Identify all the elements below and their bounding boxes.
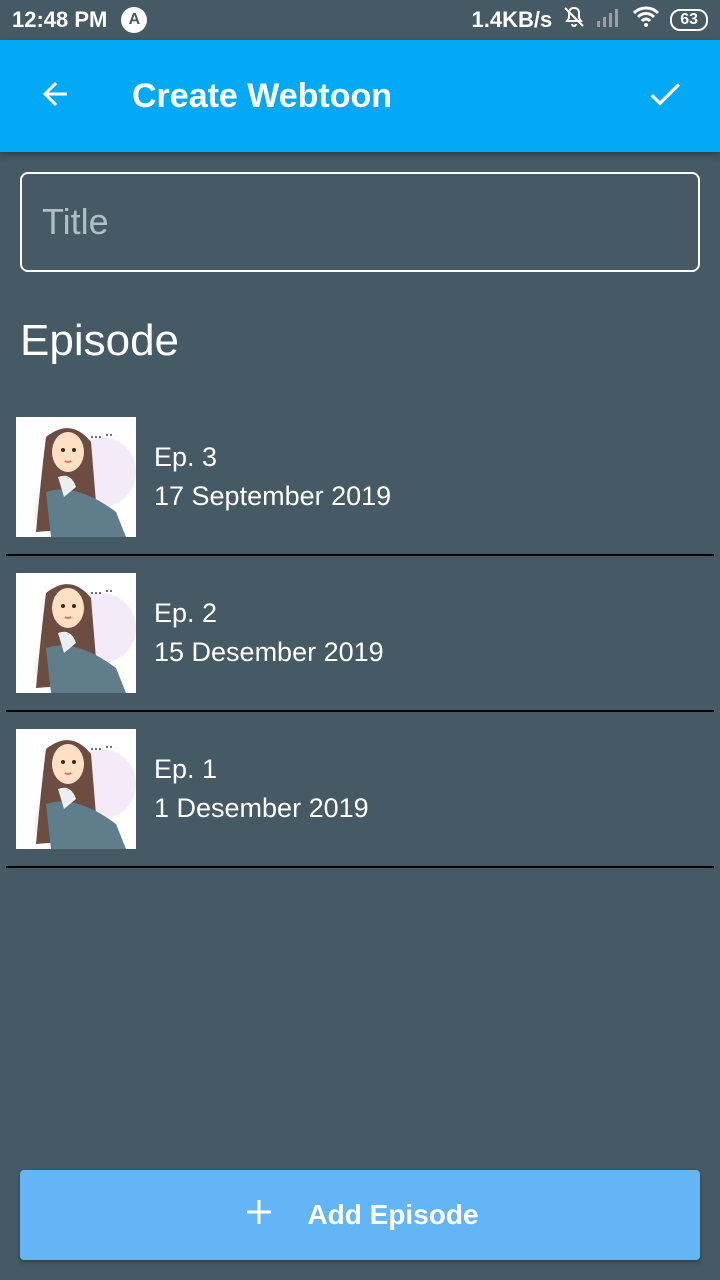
network-speed: 1.4KB/s: [471, 7, 553, 32]
episode-thumbnail: [16, 729, 136, 849]
page-title: Create Webtoon: [132, 76, 393, 115]
episode-date: 1 Desember 2019: [154, 793, 369, 823]
episode-heading: Episode: [20, 316, 180, 365]
mute-icon: [562, 5, 586, 35]
battery-icon: 63: [670, 9, 708, 31]
episode-item[interactable]: Ep. 2 15 Desember 2019: [6, 556, 714, 712]
app-notification-icon: A: [121, 7, 148, 33]
signal-icon: [596, 7, 622, 33]
episode-date: 17 September 2019: [154, 481, 392, 511]
episode-list: Ep. 3 17 September 2019 Ep. 2 15 Desembe…: [6, 400, 714, 868]
episode-number: Ep. 2: [154, 598, 218, 628]
status-bar: 12:48 PM A 1.4KB/s 63: [0, 0, 720, 40]
add-episode-button[interactable]: Add Episode: [20, 1170, 700, 1260]
status-time: 12:48 PM: [12, 7, 108, 32]
app-toolbar: Create Webtoon: [0, 40, 720, 152]
episode-item[interactable]: Ep. 1 1 Desember 2019: [6, 712, 714, 868]
episode-date: 15 Desember 2019: [154, 637, 384, 667]
wifi-icon: [632, 6, 660, 34]
add-episode-label: Add Episode: [307, 1199, 479, 1230]
episode-thumbnail: [16, 417, 136, 537]
plus-icon: [241, 1194, 277, 1237]
back-button[interactable]: [0, 40, 110, 152]
episode-item[interactable]: Ep. 3 17 September 2019: [6, 400, 714, 556]
episode-number: Ep. 3: [154, 442, 218, 472]
title-input[interactable]: [20, 172, 700, 272]
episode-thumbnail: [16, 573, 136, 693]
confirm-button[interactable]: [610, 40, 720, 152]
arrow-back-icon: [37, 76, 73, 117]
check-icon: [645, 74, 685, 119]
episode-number: Ep. 1: [154, 754, 218, 784]
